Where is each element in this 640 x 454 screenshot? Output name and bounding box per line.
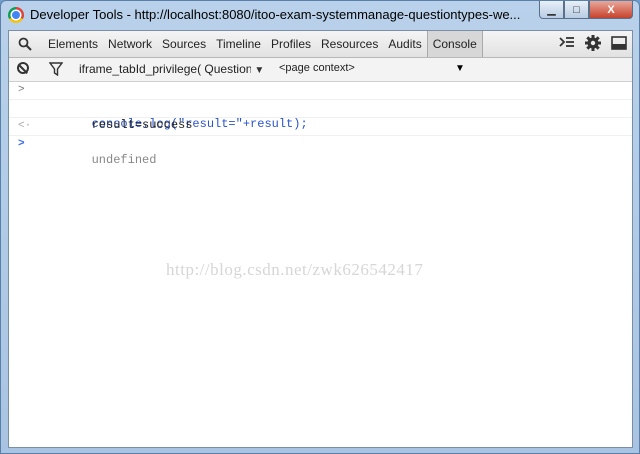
tab-sources[interactable]: Sources — [157, 31, 211, 57]
tab-timeline[interactable]: Timeline — [211, 31, 266, 57]
frame-select-value: iframe_tabId_privilege( Question' — [79, 62, 251, 76]
console-filter-bar: iframe_tabId_privilege( Question' ▼ <pag… — [9, 58, 632, 82]
console-input-line: > console.log("result="+result); — [9, 82, 632, 131]
tab-elements[interactable]: Elements — [43, 31, 103, 57]
panel-tabs: Elements Network Sources Timeline Profil… — [43, 31, 483, 57]
prompt-chevron-icon: > — [18, 138, 25, 150]
gear-icon[interactable] — [584, 34, 602, 52]
panel-tab-bar: Elements Network Sources Timeline Profil… — [9, 31, 632, 58]
frame-select[interactable]: iframe_tabId_privilege( Question' ▼ — [79, 62, 264, 76]
devtools-window: Developer Tools - http://localhost:8080/… — [0, 0, 640, 454]
tab-network[interactable]: Network — [103, 31, 157, 57]
devtools-client: Elements Network Sources Timeline Profil… — [8, 30, 633, 448]
minimize-button[interactable]: ▁ — [539, 1, 564, 19]
dock-icon[interactable] — [610, 34, 628, 52]
tab-audits[interactable]: Audits — [383, 31, 426, 57]
title-bar[interactable]: Developer Tools - http://localhost:8080/… — [1, 1, 639, 29]
drawer-toggle-icon[interactable] — [558, 34, 576, 52]
console-log-line: result=success — [9, 100, 632, 132]
return-arrow-icon: <· — [18, 120, 32, 132]
watermark: http://blog.csdn.net/zwk626542417 — [166, 260, 424, 279]
console-return-value: undefined — [91, 153, 157, 167]
toolbar-right — [558, 34, 628, 52]
console-prompt[interactable]: > — [9, 136, 632, 153]
clear-console-icon[interactable] — [17, 62, 29, 74]
input-chevron-icon: > — [18, 84, 25, 96]
window-controls: ▁ □ X — [539, 1, 633, 19]
console-return-line: <· undefined — [9, 118, 632, 167]
filter-icon[interactable] — [49, 62, 63, 76]
maximize-button[interactable]: □ — [564, 1, 589, 19]
search-icon[interactable] — [18, 37, 32, 51]
tab-profiles[interactable]: Profiles — [266, 31, 316, 57]
close-button[interactable]: X — [589, 1, 633, 19]
tab-resources[interactable]: Resources — [316, 31, 383, 57]
chrome-icon — [8, 7, 24, 23]
console-output[interactable]: > console.log("result="+result); result=… — [9, 82, 632, 447]
chevron-down-icon[interactable]: ▼ — [455, 63, 465, 74]
context-select[interactable]: <page context> — [279, 62, 355, 74]
tab-console[interactable]: Console — [426, 31, 483, 57]
window-title: Developer Tools - http://localhost:8080/… — [30, 7, 521, 22]
chevron-down-icon: ▼ — [254, 65, 265, 76]
